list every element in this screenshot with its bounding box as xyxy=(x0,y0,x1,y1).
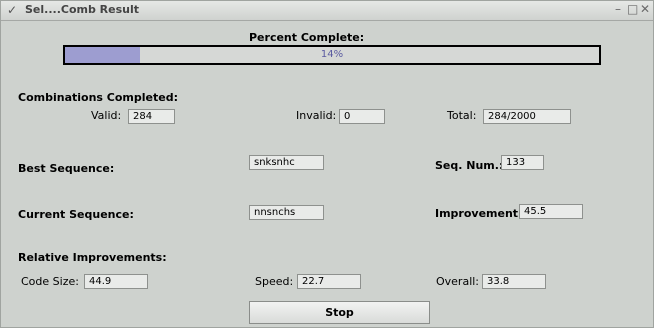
stop-button[interactable]: Stop xyxy=(249,301,430,324)
percent-complete-label: Percent Complete: xyxy=(249,31,365,44)
code-size-field[interactable]: 44.9 xyxy=(84,274,148,289)
improvement-label: Improvement: xyxy=(435,207,523,220)
minimize-icon[interactable]: – xyxy=(615,2,621,16)
code-size-label: Code Size: xyxy=(21,275,79,288)
result-window: ✓ Sel....Comb Result – □ ✕ Percent Compl… xyxy=(0,0,654,328)
title-bar: ✓ Sel....Comb Result – □ ✕ xyxy=(1,1,653,21)
improvement-field[interactable]: 45.5 xyxy=(519,204,583,219)
maximize-icon[interactable]: □ xyxy=(627,2,638,16)
seq-num-label: Seq. Num.: xyxy=(435,159,504,172)
seq-num-field[interactable]: 133 xyxy=(501,155,544,170)
overall-label: Overall: xyxy=(436,275,480,288)
valid-field[interactable]: 284 xyxy=(128,109,175,124)
speed-label: Speed: xyxy=(255,275,294,288)
invalid-label: Invalid: xyxy=(296,109,337,122)
relative-improvements-heading: Relative Improvements: xyxy=(18,251,167,264)
current-sequence-label: Current Sequence: xyxy=(18,208,134,221)
total-label: Total: xyxy=(447,109,477,122)
close-icon[interactable]: ✕ xyxy=(640,2,650,16)
overall-field[interactable]: 33.8 xyxy=(482,274,546,289)
window-title: Sel....Comb Result xyxy=(25,3,140,16)
speed-field[interactable]: 22.7 xyxy=(297,274,361,289)
current-sequence-field[interactable]: nnsnchs xyxy=(249,205,324,220)
best-sequence-label: Best Sequence: xyxy=(18,162,115,175)
valid-label: Valid: xyxy=(91,109,122,122)
progress-percent-text: 14% xyxy=(320,49,344,60)
combinations-heading: Combinations Completed: xyxy=(18,91,178,104)
best-sequence-field[interactable]: snksnhc xyxy=(249,155,324,170)
window-menu-icon[interactable]: ✓ xyxy=(7,3,17,17)
content-panel: Percent Complete: 14% Combinations Compl… xyxy=(1,21,653,327)
progress-bar: 14% xyxy=(63,45,601,65)
invalid-field[interactable]: 0 xyxy=(339,109,385,124)
total-field[interactable]: 284/2000 xyxy=(483,109,571,124)
